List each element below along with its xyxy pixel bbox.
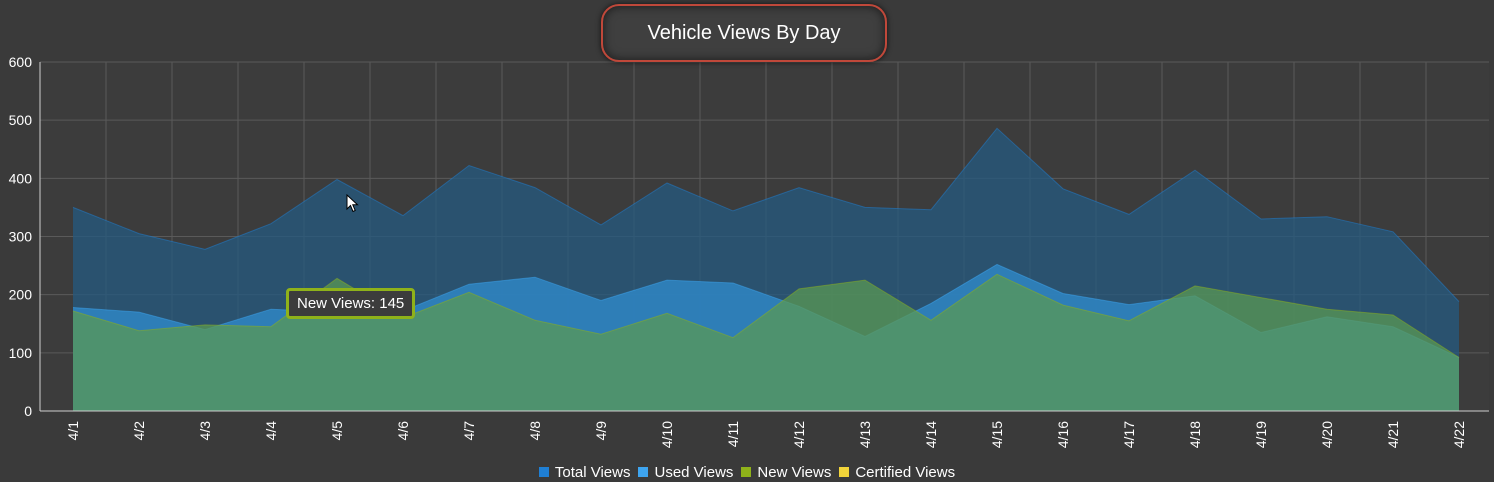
x-tick-label: 4/8: [527, 421, 543, 441]
x-tick-label: 4/12: [791, 421, 807, 448]
mouse-cursor-icon: [346, 194, 359, 213]
legend-label-certified: Certified Views: [855, 463, 956, 481]
legend-item-certified[interactable]: Certified Views: [839, 464, 955, 481]
x-tick-label: 4/11: [725, 421, 741, 447]
x-tick-label: 4/15: [989, 421, 1005, 448]
legend-item-new[interactable]: New Views: [741, 464, 831, 481]
x-tick-label: 4/18: [1187, 421, 1203, 448]
x-tick-label: 4/6: [395, 421, 411, 441]
legend-item-total[interactable]: Total Views: [538, 463, 631, 481]
x-tick-label: 4/2: [131, 421, 147, 441]
tooltip-label: New Views: 145: [297, 295, 405, 312]
x-tick-label: 4/1: [65, 421, 81, 441]
x-tick-label: 4/5: [329, 421, 345, 441]
x-tick-label: 4/9: [593, 421, 609, 441]
x-tick-label: 4/20: [1319, 421, 1335, 448]
chart-title: Vehicle Views By Day: [647, 21, 841, 44]
legend-item-used[interactable]: Used Views: [638, 464, 733, 481]
x-tick-label: 4/14: [923, 421, 939, 448]
area-chart: 0 100 200 300 400 500 600 4/1 4/2 4/3 4/4 4/5 4/6 4/7…: [9, 54, 1489, 448]
y-tick-label: 0: [24, 403, 32, 419]
y-tick-label: 300: [9, 229, 33, 245]
x-tick-label: 4/4: [263, 421, 279, 441]
legend-label-used: Used Views: [654, 463, 734, 481]
x-tick-label: 4/7: [461, 421, 477, 441]
x-tick-label: 4/16: [1055, 421, 1071, 448]
x-tick-label: 4/17: [1121, 421, 1137, 448]
legend-swatch-certified: [839, 467, 850, 477]
y-tick-label: 100: [9, 345, 33, 361]
legend-swatch-used: [638, 467, 649, 477]
x-tick-label: 4/22: [1451, 421, 1467, 448]
y-tick-label: 500: [9, 112, 33, 128]
chart-title-box: Vehicle Views By Day: [601, 4, 887, 62]
y-tick-label: 600: [9, 54, 33, 70]
legend-swatch-total: [538, 467, 549, 477]
chart-legend: Total Views Used Views New Views Certifi…: [0, 462, 1494, 482]
x-tick-label: 4/10: [659, 421, 675, 448]
x-tick-label: 4/19: [1253, 421, 1269, 448]
x-tick-label: 4/13: [857, 421, 873, 448]
y-tick-label: 400: [9, 170, 33, 186]
y-tick-label: 200: [9, 287, 33, 303]
x-tick-label: 4/3: [197, 421, 213, 441]
data-tooltip: New Views: 145: [286, 288, 416, 319]
legend-label-new: New Views: [757, 463, 832, 481]
legend-label-total: Total Views: [554, 463, 631, 481]
legend-swatch-new: [741, 467, 752, 477]
chart-container: 0 100 200 300 400 500 600 4/1 4/2 4/3 4/4 4/5 4/6 4/7…: [0, 0, 1494, 482]
x-tick-label: 4/21: [1385, 421, 1401, 448]
